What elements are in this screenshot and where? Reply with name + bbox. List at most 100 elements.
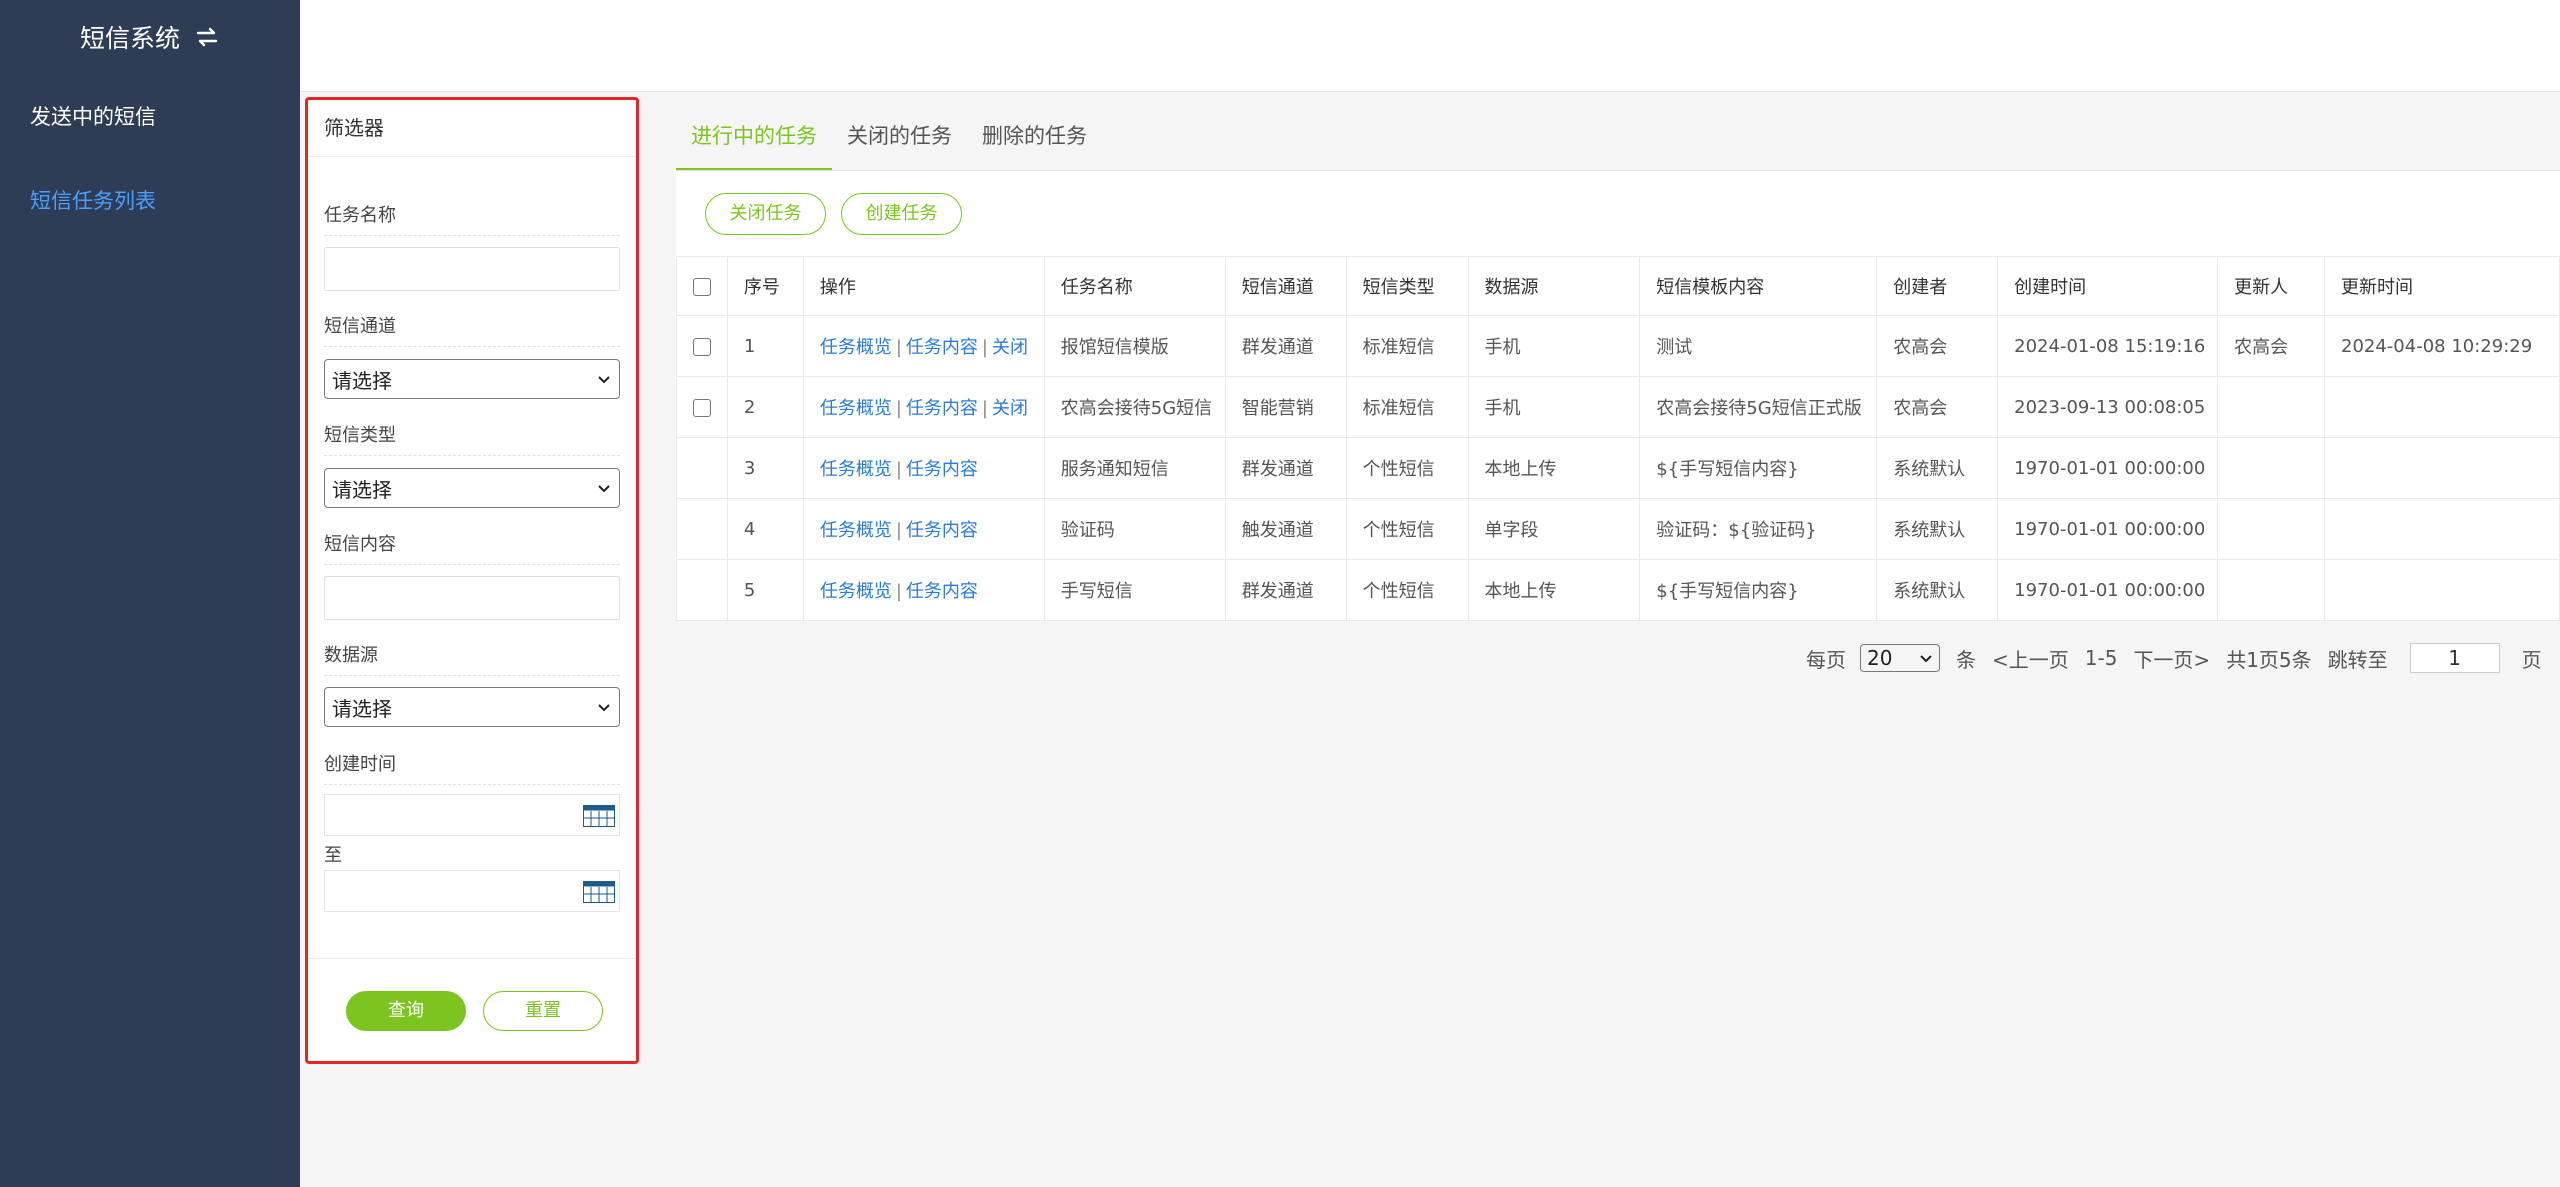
row-no: 3 [726, 437, 804, 499]
tab-in-progress[interactable]: 进行中的任务 [676, 100, 832, 171]
task-content-link[interactable]: 任务内容 [906, 581, 978, 602]
row-checkbox[interactable] [692, 337, 711, 356]
col-header-source: 数据源 [1467, 256, 1641, 316]
row-task-name: 手写短信 [1043, 559, 1226, 621]
task-overview-link[interactable]: 任务概览 [820, 398, 892, 419]
task-content-link[interactable]: 任务内容 [906, 459, 978, 480]
next-page-link[interactable]: 下一页> [2133, 644, 2210, 673]
col-header-type: 短信类型 [1345, 256, 1469, 316]
tab-deleted[interactable]: 删除的任务 [967, 100, 1102, 171]
sidebar-item-label: 短信任务列表 [30, 189, 156, 213]
page-unit-label: 页 [2521, 647, 2542, 672]
task-table: 序号 操作 任务名称 短信通道 短信类型 数据源 短信模板内容 创建者 创建时间… [676, 256, 2560, 621]
task-name-input[interactable] [324, 247, 620, 291]
task-overview-link[interactable]: 任务概览 [820, 520, 892, 541]
row-template: ${手写短信内容} [1639, 559, 1878, 621]
row-channel: 群发通道 [1224, 559, 1347, 621]
per-page-select[interactable]: 20 [1860, 644, 1940, 672]
chevron-down-icon [598, 704, 610, 712]
row-template: 测试 [1639, 315, 1878, 377]
table-row: 2 任务概览 | 任务内容 | 关闭 农高会接待5G短信 智能营销 标准短信 手机 农高… [676, 376, 2560, 438]
create-task-button[interactable]: 创建任务 [841, 193, 962, 235]
action-separator: | [895, 520, 902, 541]
sidebar: 短信系统 发送中的短信 短信任务列表 [0, 0, 300, 1187]
switch-icon[interactable] [194, 24, 220, 50]
row-created-time: 1970-01-01 00:00:00 [1997, 437, 2219, 499]
task-close-link[interactable]: 关闭 [992, 337, 1028, 358]
row-type: 个性短信 [1345, 437, 1469, 499]
per-page-unit: 条 [1956, 647, 1976, 672]
page-total: 共1页5条 [2226, 647, 2312, 672]
content-input[interactable] [324, 576, 620, 620]
row-source: 本地上传 [1467, 437, 1641, 499]
chevron-down-icon [1920, 655, 1932, 663]
reset-button[interactable]: 重置 [483, 991, 603, 1031]
start-date-input[interactable] [324, 794, 620, 836]
task-content-link[interactable]: 任务内容 [906, 520, 978, 541]
end-date-input[interactable] [324, 870, 620, 912]
row-creator: 农高会 [1876, 376, 1999, 438]
row-creator: 农高会 [1876, 315, 1999, 377]
task-overview-link[interactable]: 任务概览 [820, 459, 892, 480]
row-no: 1 [726, 315, 804, 377]
task-overview-link[interactable]: 任务概览 [820, 581, 892, 602]
tab-closed[interactable]: 关闭的任务 [832, 100, 967, 171]
created-time-label: 创建时间 [324, 750, 620, 785]
col-header-channel: 短信通道 [1224, 256, 1347, 316]
jump-label: 跳转至 [2327, 647, 2388, 672]
task-close-link[interactable]: 关闭 [992, 398, 1028, 419]
channel-select[interactable]: 请选择 [324, 359, 620, 399]
brand: 短信系统 [0, 0, 300, 74]
row-actions: 任务概览 | 任务内容 [802, 498, 1045, 560]
row-template: 农高会接待5G短信正式版 [1639, 376, 1878, 438]
row-select-cell [676, 437, 728, 499]
row-checkbox[interactable] [692, 398, 711, 417]
select-all-checkbox[interactable] [692, 277, 711, 296]
row-no: 2 [726, 376, 804, 438]
table-header-row: 序号 操作 任务名称 短信通道 短信类型 数据源 短信模板内容 创建者 创建时间… [676, 256, 2560, 316]
row-updater [2217, 437, 2325, 499]
chevron-down-icon [598, 485, 610, 493]
row-channel: 群发通道 [1224, 437, 1347, 499]
task-content: 关闭任务 创建任务 序号 操作 任务名称 短信通道 短信类型 数据源 短信模板内… [676, 171, 2560, 621]
source-select[interactable]: 请选择 [324, 687, 620, 727]
row-created-time: 2024-01-08 15:19:16 [1997, 315, 2219, 377]
action-separator: | [981, 398, 988, 419]
row-updated-time [2324, 376, 2560, 438]
row-no: 4 [726, 498, 804, 560]
task-content-link[interactable]: 任务内容 [906, 337, 978, 358]
row-source: 本地上传 [1467, 559, 1641, 621]
row-updated-time [2324, 437, 2560, 499]
calendar-icon[interactable] [583, 805, 615, 827]
col-header-template: 短信模板内容 [1639, 256, 1878, 316]
row-source: 手机 [1467, 376, 1641, 438]
row-source: 手机 [1467, 315, 1641, 377]
task-content-link[interactable]: 任务内容 [906, 398, 978, 419]
col-header-actions: 操作 [802, 256, 1045, 316]
row-type: 个性短信 [1345, 498, 1469, 560]
task-name-label: 任务名称 [324, 201, 620, 236]
type-select[interactable]: 请选择 [324, 468, 620, 508]
calendar-icon[interactable] [583, 881, 615, 903]
brand-title: 短信系统 [79, 24, 180, 53]
action-separator: | [895, 459, 902, 480]
sidebar-item-sms-task-list[interactable]: 短信任务列表 [0, 181, 300, 221]
type-label: 短信类型 [324, 421, 620, 456]
filter-panel: 筛选器 任务名称 短信通道 请选择 短信类型 请选择 短信内容 数据源 请选择 … [305, 97, 639, 1064]
task-overview-link[interactable]: 任务概览 [820, 337, 892, 358]
close-task-button[interactable]: 关闭任务 [705, 193, 826, 235]
row-updater: 农高会 [2217, 315, 2325, 377]
jump-page-input[interactable]: 1 [2409, 643, 2500, 673]
row-select-cell [676, 376, 728, 438]
col-header-updated-time: 更新时间 [2324, 256, 2560, 316]
row-select-cell [676, 498, 728, 560]
row-actions: 任务概览 | 任务内容 [802, 559, 1045, 621]
table-row: 5 任务概览 | 任务内容 手写短信 群发通道 个性短信 本地上传 ${手写短信内容… [676, 559, 2560, 621]
chevron-down-icon [598, 376, 610, 384]
sidebar-item-sending-sms[interactable]: 发送中的短信 [0, 97, 300, 137]
prev-page-link[interactable]: <上一页 [1992, 644, 2069, 673]
table-row: 1 任务概览 | 任务内容 | 关闭 报馆短信模版 群发通道 标准短信 手机 测试 农高… [676, 315, 2560, 377]
filter-title: 筛选器 [308, 100, 636, 157]
query-button[interactable]: 查询 [346, 991, 466, 1031]
row-updated-time [2324, 498, 2560, 560]
